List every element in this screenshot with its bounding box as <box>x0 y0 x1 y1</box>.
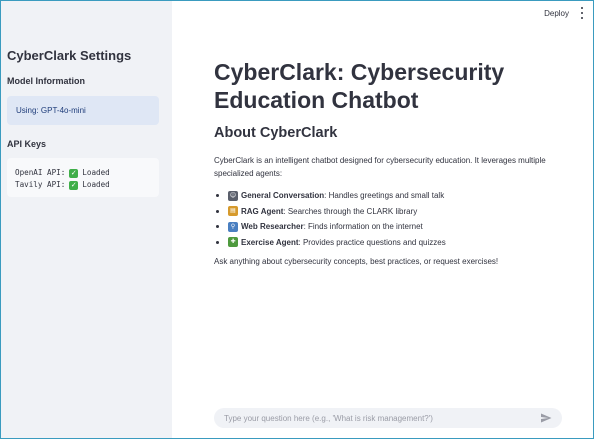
api-status: Loaded <box>82 168 110 177</box>
main-menu-icon[interactable] <box>579 7 585 19</box>
description-text: CyberClark is an intelligent chatbot des… <box>214 156 546 178</box>
list-item: ✚ Exercise Agent : Provides practice que… <box>214 235 446 251</box>
robot-icon: ☺ <box>228 190 238 201</box>
api-label: Tavily API: <box>15 180 66 189</box>
model-info-header: Model Information <box>7 76 85 86</box>
bullet-icon <box>216 225 219 229</box>
closing-text: Ask anything about cybersecurity concept… <box>214 257 499 266</box>
agent-name: RAG Agent <box>241 206 284 216</box>
agent-name: General Conversation <box>241 191 325 201</box>
puzzle-icon: ✚ <box>228 237 238 248</box>
sidebar-title: CyberClark Settings <box>7 48 132 63</box>
list-item: ⚲ Web Researcher : Finds information on … <box>214 219 446 235</box>
check-mark-icon: ✓ <box>69 168 79 178</box>
agent-name: Exercise Agent <box>241 237 299 247</box>
agent-desc: : Finds information on the internet <box>303 222 423 232</box>
bullet-icon <box>216 209 219 213</box>
magnifier-icon: ⚲ <box>228 221 238 232</box>
agent-list: ☺ General Conversation : Handles greetin… <box>214 188 446 250</box>
api-status-code-block: OpenAI API: ✓ Loaded Tavily API: ✓ Loade… <box>7 158 159 197</box>
api-keys-header: API Keys <box>7 139 47 149</box>
chat-input[interactable] <box>224 413 540 423</box>
openai-api-status: OpenAI API: ✓ Loaded <box>15 167 151 179</box>
check-mark-icon: ✓ <box>69 180 79 190</box>
page-title: CyberClark: Cybersecurity Education Chat… <box>214 59 505 113</box>
main-content: Deploy CyberClark: Cybersecurity Educati… <box>172 1 593 438</box>
tavily-api-status: Tavily API: ✓ Loaded <box>15 179 151 191</box>
agent-desc: : Searches through the CLARK library <box>283 206 418 216</box>
books-icon: ▤ <box>228 206 238 217</box>
list-item: ☺ General Conversation : Handles greetin… <box>214 188 446 204</box>
bullet-icon <box>216 194 219 198</box>
app-window: CyberClark Settings Model Information Us… <box>0 0 594 439</box>
send-icon[interactable] <box>540 412 552 424</box>
about-heading: About CyberClark <box>214 125 338 141</box>
model-info-text: Using: GPT-4o-mini <box>16 106 86 115</box>
agent-desc: : Provides practice questions and quizze… <box>298 237 446 247</box>
deploy-button[interactable]: Deploy <box>544 9 569 18</box>
api-status: Loaded <box>82 180 110 189</box>
agent-desc: : Handles greetings and small talk <box>324 191 445 201</box>
bullet-icon <box>216 240 219 244</box>
model-info-box: Using: GPT-4o-mini <box>7 96 159 125</box>
agent-name: Web Researcher <box>241 222 304 232</box>
sidebar: CyberClark Settings Model Information Us… <box>1 1 172 438</box>
api-label: OpenAI API: <box>15 168 66 177</box>
chat-input-bar <box>214 408 562 428</box>
list-item: ▤ RAG Agent : Searches through the CLARK… <box>214 204 446 220</box>
